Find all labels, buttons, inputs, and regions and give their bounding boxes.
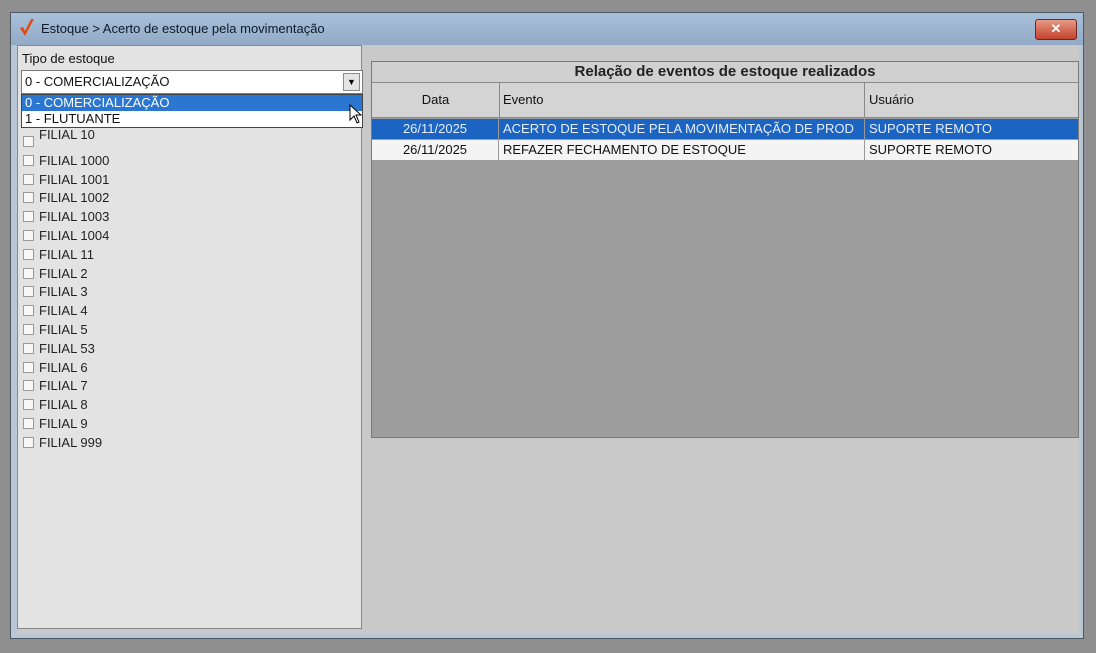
column-header-data[interactable]: Data [372, 83, 500, 117]
filial-label: FILIAL 1003 [39, 209, 110, 225]
dropdown-option-flutuante[interactable]: 1 - FLUTUANTE [22, 111, 362, 127]
filial-checkbox[interactable] [23, 192, 34, 204]
cell-usuario: SUPORTE REMOTO [869, 142, 993, 157]
column-header-usuario[interactable]: Usuário [866, 83, 1078, 117]
filial-checkbox[interactable] [23, 267, 34, 279]
client-area: Tipo de estoque 0 - COMERCIALIZAÇÃO ▼ 0 … [17, 45, 1079, 634]
filial-label: FILIAL 999 [39, 434, 103, 450]
filial-label: FILIAL 1001 [39, 171, 110, 187]
cell-usuario: SUPORTE REMOTO [869, 121, 993, 136]
cell-data: 26/11/2025 [372, 119, 499, 139]
filial-checkbox[interactable] [23, 436, 34, 448]
chevron-down-icon[interactable]: ▼ [343, 73, 360, 91]
filial-checkbox[interactable] [23, 399, 34, 411]
filial-checkbox[interactable] [23, 417, 34, 429]
filial-checkbox[interactable] [23, 248, 34, 260]
check-mark-icon [20, 19, 34, 36]
column-header-evento[interactable]: Evento [500, 83, 865, 117]
grid-header: Data Evento Usuário [372, 83, 1078, 118]
filial-checkbox[interactable] [23, 136, 34, 147]
dropdown-option-comercializacao[interactable]: 0 - COMERCIALIZAÇÃO [22, 95, 362, 111]
filial-checkbox[interactable] [23, 361, 34, 373]
tipo-estoque-label: Tipo de estoque [22, 51, 115, 66]
mouse-pointer-icon [349, 104, 363, 124]
app-window: Estoque > Acerto de estoque pela movimen… [10, 12, 1084, 639]
filial-label: FILIAL 7 [39, 378, 88, 394]
table-row[interactable]: 26/11/2025 REFAZER FECHAMENTO DE ESTOQUE… [372, 140, 1078, 160]
window-title: Estoque > Acerto de estoque pela movimen… [41, 21, 325, 36]
filial-checkbox[interactable] [23, 211, 34, 223]
filial-label: FILIAL 3 [39, 284, 88, 300]
filial-checkbox[interactable] [23, 229, 34, 241]
filial-label: FILIAL 2 [39, 265, 88, 281]
tipo-estoque-select[interactable]: 0 - COMERCIALIZAÇÃO ▼ [21, 70, 363, 94]
filter-panel: Tipo de estoque 0 - COMERCIALIZAÇÃO ▼ 0 … [17, 45, 363, 629]
filial-label: FILIAL 1004 [39, 227, 110, 243]
cell-data: 26/11/2025 [372, 140, 499, 160]
filial-label: FILIAL 6 [39, 359, 88, 375]
filial-label: FILIAL 10 [39, 127, 95, 142]
tipo-estoque-dropdown: 0 - COMERCIALIZAÇÃO 1 - FLUTUANTE [21, 94, 363, 128]
filial-label: FILIAL 8 [39, 397, 88, 413]
filial-checkbox[interactable] [23, 380, 34, 392]
filial-label: FILIAL 9 [39, 415, 88, 431]
filial-checkbox[interactable] [23, 286, 34, 298]
events-grid: Relação de eventos de estoque realizados… [371, 61, 1079, 438]
grid-title: Relação de eventos de estoque realizados [372, 62, 1078, 83]
filial-checkbox[interactable] [23, 342, 34, 354]
filial-label: FILIAL 1002 [39, 190, 110, 206]
filial-label: FILIAL 53 [39, 340, 95, 356]
filial-checkbox[interactable] [23, 154, 34, 166]
close-button[interactable]: ✕ [1035, 19, 1077, 40]
filial-label: FILIAL 5 [39, 321, 88, 337]
filial-checkbox[interactable] [23, 305, 34, 317]
close-icon: ✕ [1050, 21, 1062, 36]
filial-label: FILIAL 1000 [39, 152, 110, 168]
table-row[interactable]: 26/11/2025 ACERTO DE ESTOQUE PELA MOVIME… [372, 119, 1078, 139]
filial-label: FILIAL 11 [39, 246, 94, 262]
filial-checkbox[interactable] [23, 173, 34, 185]
tipo-estoque-value: 0 - COMERCIALIZAÇÃO [25, 74, 170, 89]
cell-evento: ACERTO DE ESTOQUE PELA MOVIMENTAÇÃO DE P… [500, 119, 865, 139]
title-bar: Estoque > Acerto de estoque pela movimen… [11, 13, 1083, 45]
filial-checkbox[interactable] [23, 323, 34, 335]
filial-label: FILIAL 4 [39, 303, 88, 319]
cell-evento: REFAZER FECHAMENTO DE ESTOQUE [500, 140, 865, 160]
